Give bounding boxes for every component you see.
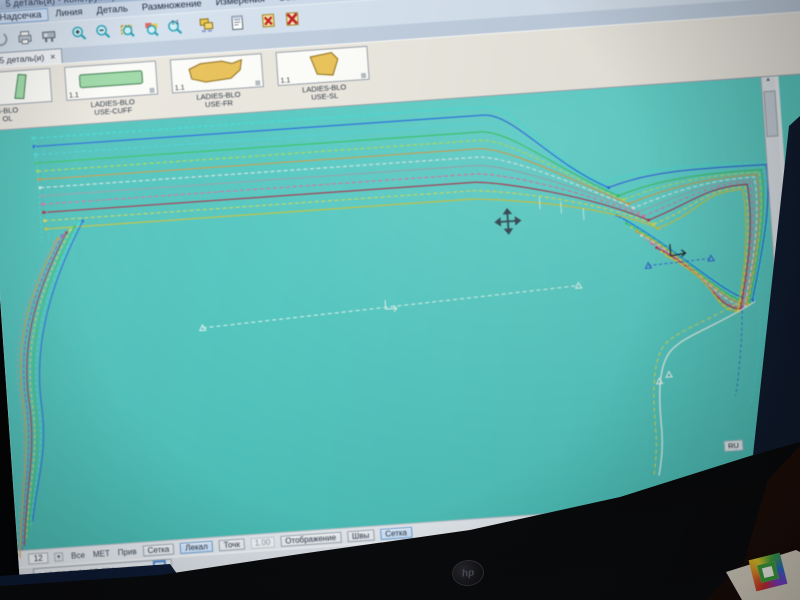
zoom-1-1-icon[interactable]: 1:1 [164, 16, 186, 38]
svg-text:1:1: 1:1 [171, 20, 179, 27]
delete-piece-icon[interactable] [257, 9, 279, 31]
close-icon[interactable]: × [50, 52, 56, 62]
cascade-icon[interactable] [195, 14, 217, 36]
piece-card-front[interactable]: 1.1 ▦ LADIES-BLO USE-FR [169, 53, 266, 117]
piece-scale: 1.1 [174, 84, 185, 93]
spec-icon[interactable] [226, 12, 248, 34]
print-icon[interactable] [13, 26, 35, 48]
pattern-canvas[interactable]: ▲ ▼ RU [0, 73, 800, 559]
restore-icon[interactable] [152, 560, 167, 574]
piece-card-col[interactable]: S-BLO OL [0, 67, 54, 131]
zoom-out-icon[interactable] [92, 21, 114, 43]
monitor-photo: 5 деталь(и) - Конструктор а Надсечка Лин… [0, 0, 800, 600]
units-icon: ▦ [149, 87, 156, 95]
hp-logo-text: hp [461, 566, 475, 580]
zoom-window-icon[interactable] [116, 19, 138, 41]
hp-logo: hp [450, 558, 486, 588]
menu-item-detal[interactable]: Деталь [89, 3, 135, 17]
plotter-icon[interactable] [37, 25, 59, 47]
piece-scale: 1.1 [280, 77, 291, 85]
scroll-down-icon[interactable]: ▼ [794, 490, 800, 496]
piece-card-sleeve[interactable]: 1.1 ▦ LADIES-BLO USE-SL [275, 45, 372, 110]
piece-scale: 1.1 [68, 92, 80, 100]
piece-label: S-BLO OL [0, 105, 19, 124]
move-cursor-icon [494, 207, 522, 235]
piece-card-cuff[interactable]: 1.1 ▦ LADIES-BLO USE-CUFF [64, 60, 160, 125]
pattern-drawing [16, 105, 771, 559]
zoom-piece-icon[interactable] [140, 18, 162, 40]
application-window: 5 деталь(и) - Конструктор а Надсечка Лин… [0, 0, 800, 586]
units-icon: ▦ [360, 72, 367, 80]
minimized-piece-title: LADIES-BLOUSE-FR2 [39, 565, 116, 580]
rainbow-logo [748, 552, 788, 592]
scroll-up-icon[interactable]: ▲ [765, 77, 771, 83]
delete-all-icon[interactable] [281, 8, 303, 30]
zoom-in-icon[interactable] [68, 23, 90, 45]
units-icon: ▦ [254, 80, 261, 87]
menu-item-liniya[interactable]: Линия [48, 6, 90, 20]
language-indicator[interactable]: RU [723, 439, 744, 452]
undo-icon[interactable] [0, 28, 12, 50]
